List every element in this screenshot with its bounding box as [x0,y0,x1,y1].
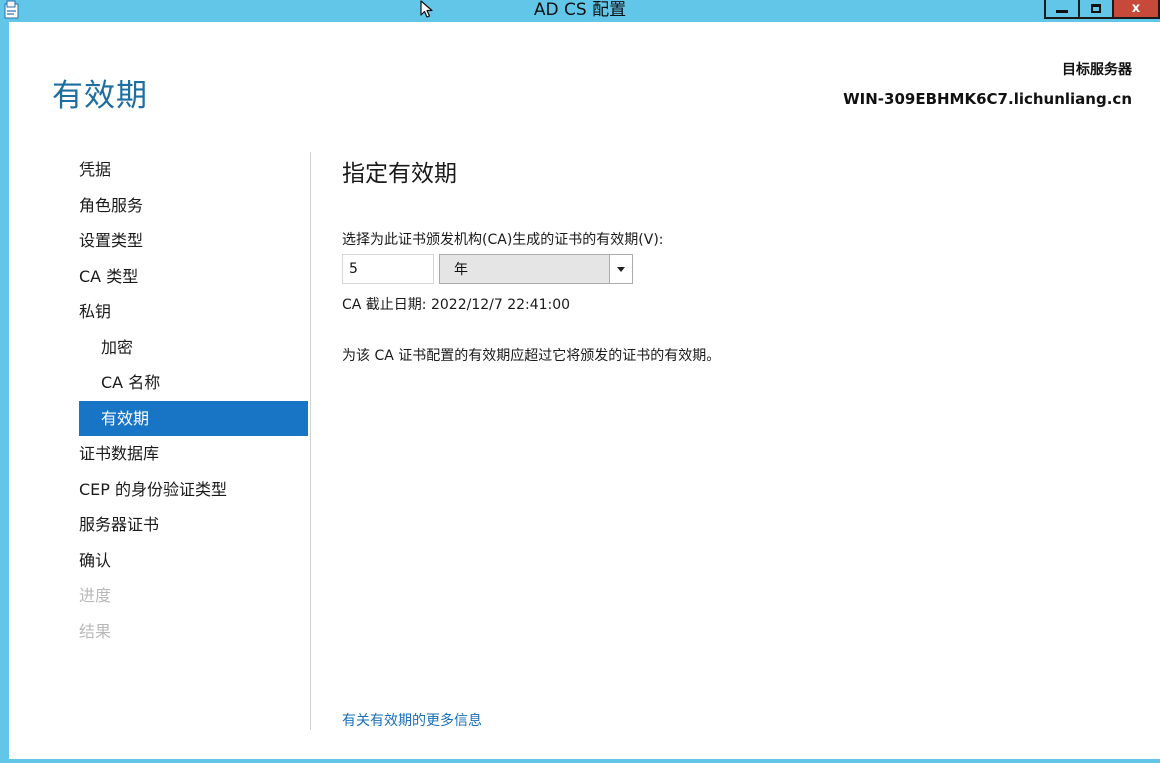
validity-period-input[interactable] [342,254,434,284]
minimize-icon [1056,10,1068,13]
validity-period-label: 选择为此证书颁发机构(CA)生成的证书的有效期(V): [342,232,664,248]
title-bar[interactable]: AD CS 配置 x [0,0,1160,22]
window-frame: AD CS 配置 x 有效期 目标服务器 WIN-309EBHMK6C7.lic… [0,0,1160,763]
chevron-down-icon [617,266,625,272]
nav-item[interactable]: 凭据 [63,152,308,188]
window-title: AD CS 配置 [533,0,627,20]
validity-note: 为该 CA 证书配置的有效期应超过它将颁发的证书的有效期。 [342,348,721,364]
window-controls: x [1044,0,1160,20]
nav-item[interactable]: 有效期 [79,400,308,436]
nav-item[interactable]: 加密 [63,330,308,366]
nav-item[interactable]: 确认 [63,543,308,579]
ca-expiry-date: CA 截止日期: 2022/12/7 22:41:00 [342,297,571,313]
nav-item: 进度 [79,586,112,605]
nav-divider [310,152,311,730]
nav-item[interactable]: CA 名称 [63,365,308,401]
minimize-button[interactable] [1044,0,1080,19]
nav-item: 结果 [79,621,112,641]
maximize-button[interactable] [1078,0,1114,19]
wizard-navigation: 凭据 角色服务 设置类型 CA 类型 私钥 加密 CA 名称 有效期 证书数据库 CEP 的身份验… [63,152,308,649]
validity-unit-dropdown[interactable]: 年 [439,254,633,284]
nav-item[interactable]: CEP 的身份验证类型 [63,472,308,508]
target-server-name: WIN-309EBHMK6C7.lichunliang.cn [843,90,1132,108]
nav-item[interactable]: CA 类型 [63,259,308,295]
nav-item[interactable]: 证书数据库 [63,436,308,472]
nav-item[interactable]: 角色服务 [63,188,308,224]
more-info-link[interactable]: 有关有效期的更多信息 [342,710,482,730]
close-button[interactable]: x [1112,0,1160,19]
page-title: 有效期 [52,78,148,114]
nav-item[interactable]: 服务器证书 [63,507,308,543]
maximize-icon [1091,4,1101,13]
dialog-content: 有效期 目标服务器 WIN-309EBHMK6C7.lichunliang.cn… [9,22,1160,759]
nav-item[interactable]: 私钥 [63,294,308,330]
target-server-label: 目标服务器 [1062,62,1132,78]
window-bottom-edge [0,759,1160,763]
dropdown-button[interactable] [609,255,632,283]
nav-item[interactable]: 设置类型 [63,223,308,259]
close-icon: x [1131,1,1141,16]
section-title: 指定有效期 [342,161,457,187]
validity-unit-value: 年 [454,262,468,278]
